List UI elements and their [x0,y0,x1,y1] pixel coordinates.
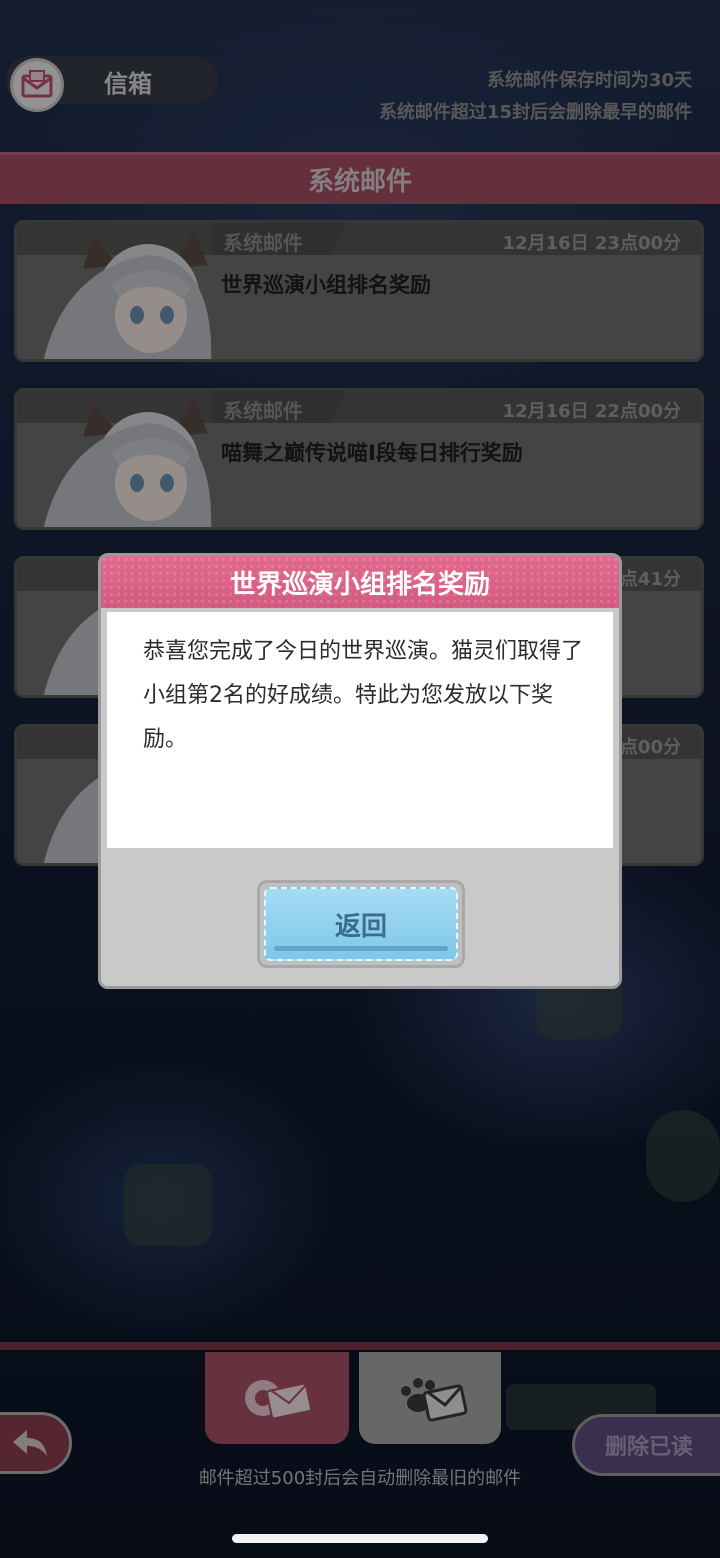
dialog-header: 世界巡演小组排名奖励 [101,556,619,608]
mail-detail-dialog: 世界巡演小组排名奖励 恭喜您完成了今日的世界巡演。猫灵们取得了小组第2名的好成绩… [98,553,622,989]
return-button-label: 返回 [334,911,387,942]
return-button[interactable]: 返回 [257,880,465,968]
dialog-message: 恭喜您完成了今日的世界巡演。猫灵们取得了小组第2名的好成绩。特此为您发放以下奖励… [143,639,584,752]
home-indicator[interactable] [232,1534,488,1543]
dialog-title: 世界巡演小组排名奖励 [229,569,490,600]
